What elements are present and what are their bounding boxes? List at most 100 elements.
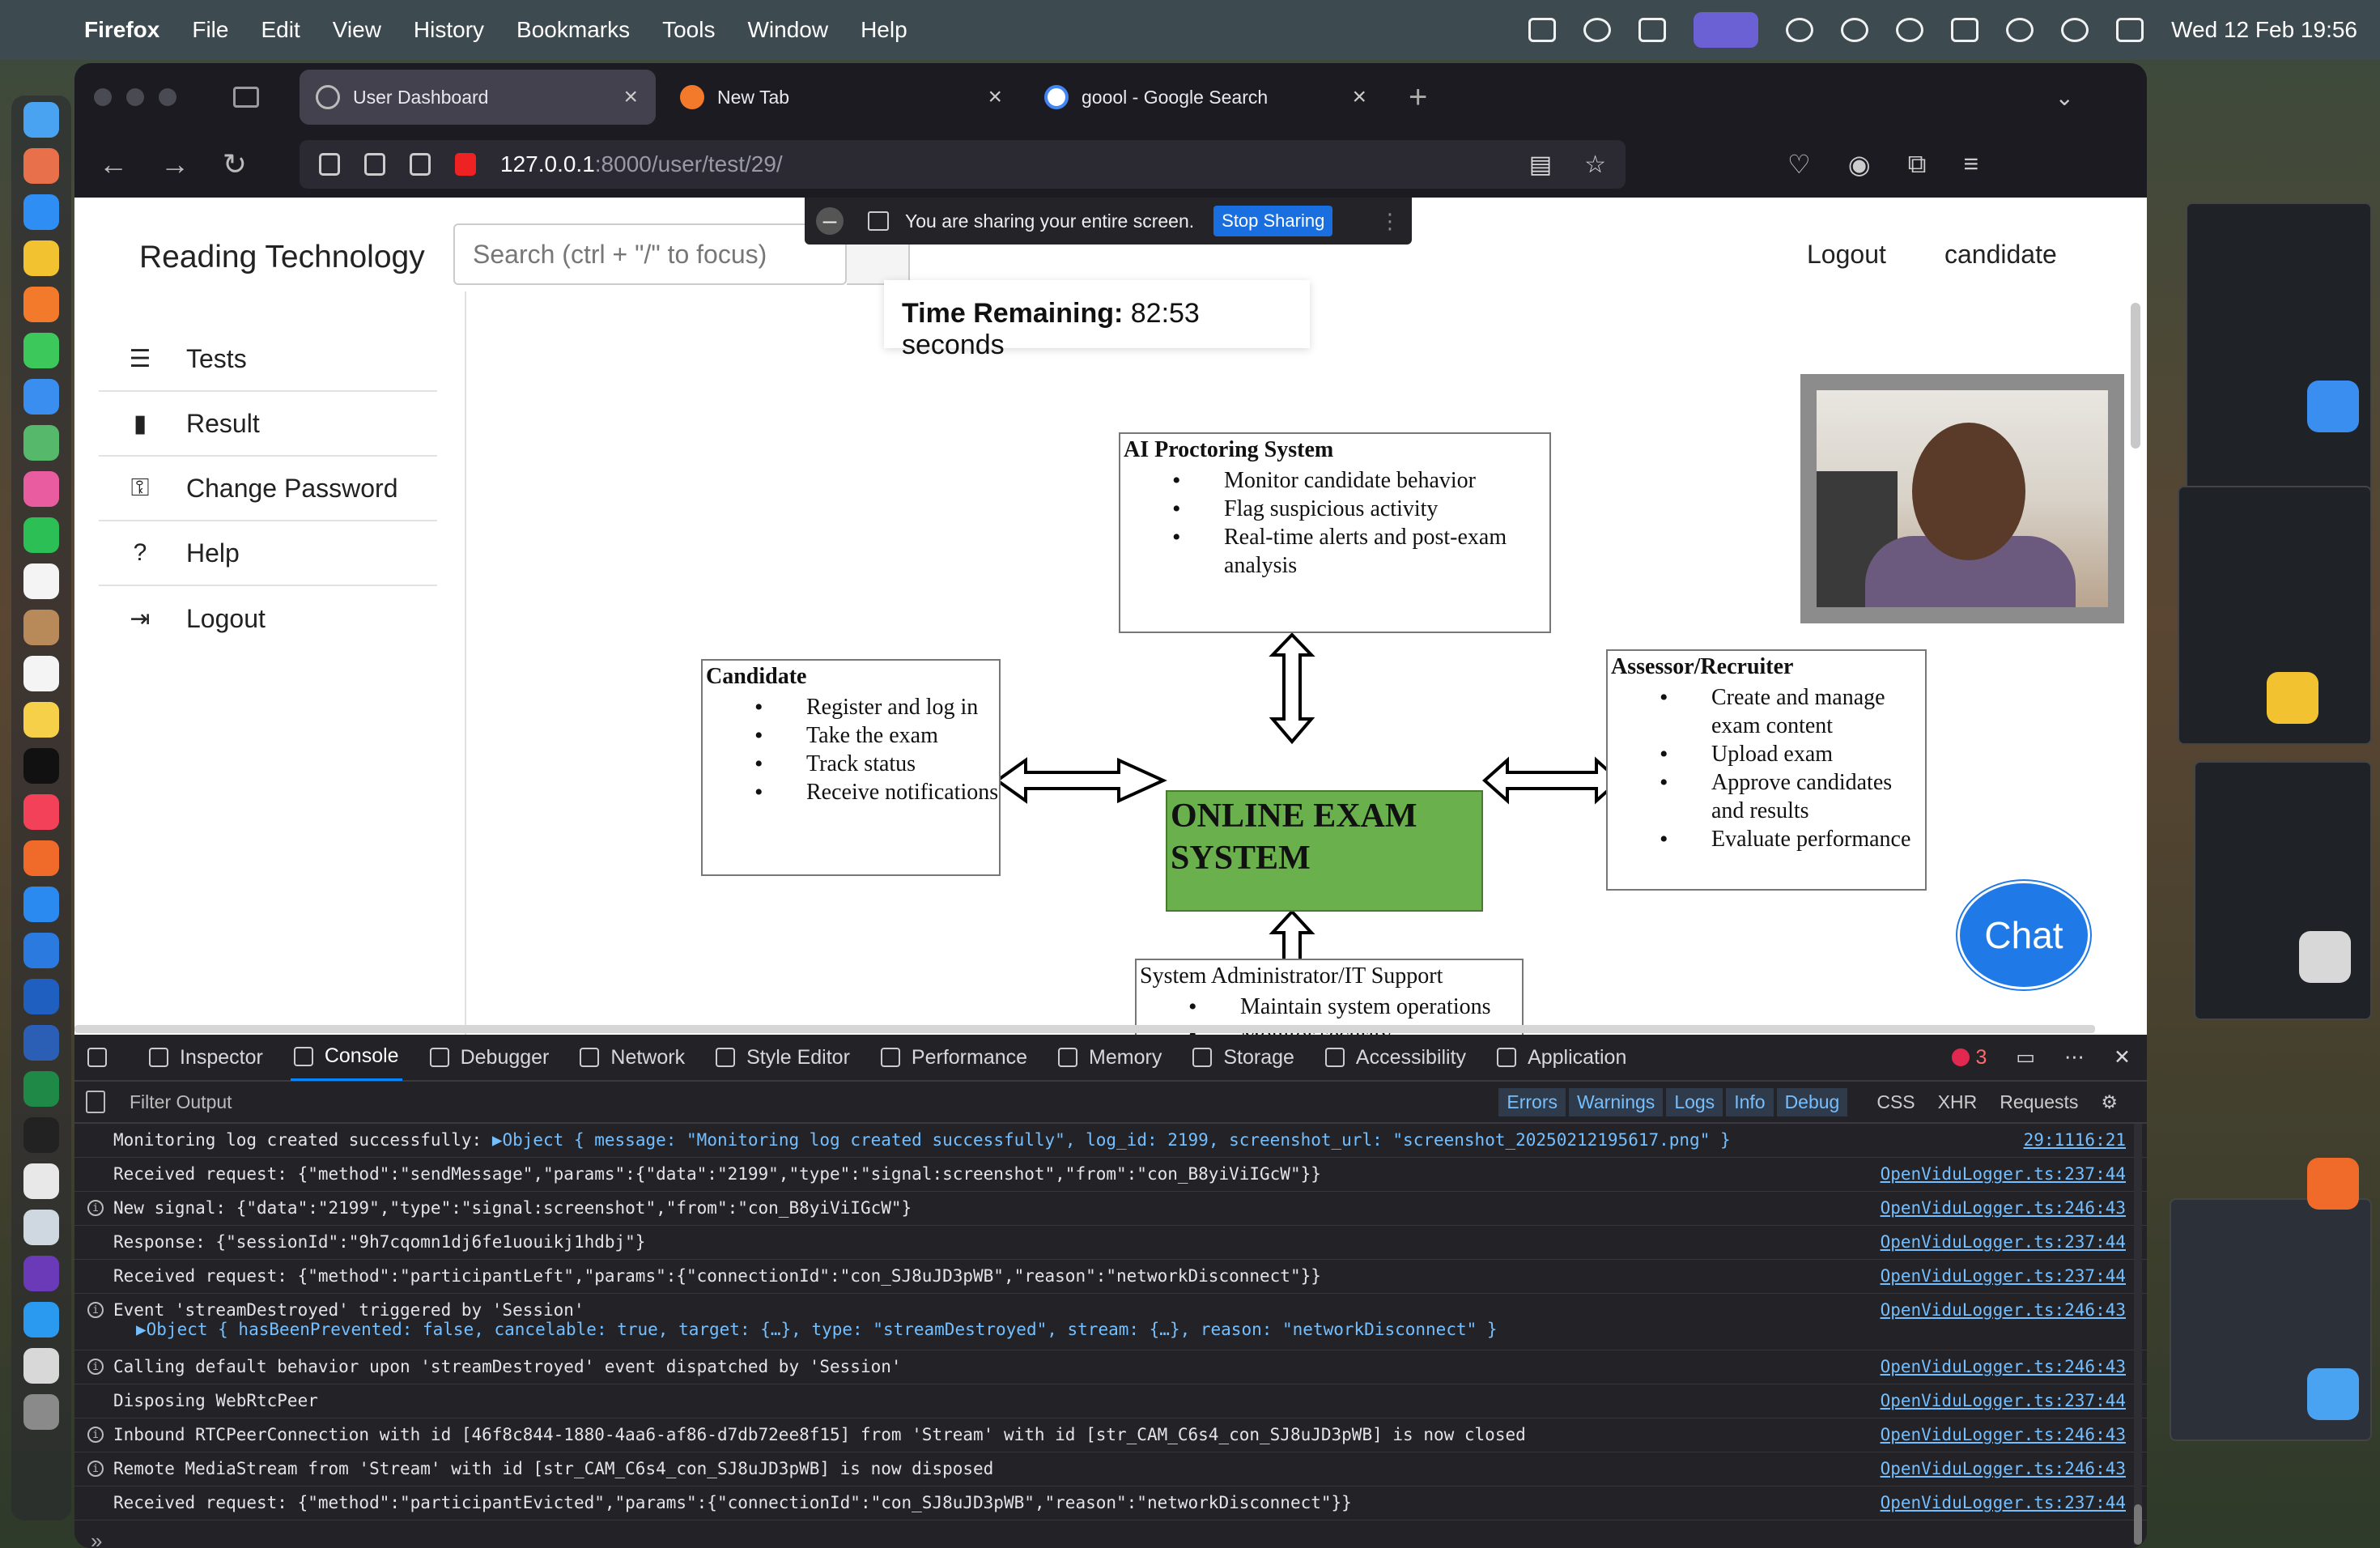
account-icon[interactable]: ◉ <box>1848 149 1871 180</box>
close-tab-icon[interactable]: × <box>988 83 1002 111</box>
docker-icon[interactable] <box>23 1302 59 1337</box>
more-options-icon[interactable]: ⋯ <box>2064 1045 2085 1070</box>
close-tab-icon[interactable]: × <box>1352 83 1366 111</box>
menu-view[interactable]: View <box>333 17 381 43</box>
github-desktop-icon[interactable] <box>23 1256 59 1291</box>
page-horizontal-scrollbar[interactable] <box>74 1025 2095 1033</box>
log-row[interactable]: Disposing WebRtcPeer OpenViduLogger.ts:2… <box>74 1384 2147 1418</box>
extensions-icon[interactable]: ⧉ <box>1908 149 1927 180</box>
url-bar[interactable]: 127.0.0.1:8000/user/test/29/ ▤ ☆ <box>300 140 1626 189</box>
menu-app-name[interactable]: Firefox <box>84 17 159 43</box>
finder-icon[interactable] <box>2307 1368 2359 1420</box>
console-settings-icon[interactable]: ⚙ <box>2091 1088 2127 1116</box>
filter-info[interactable]: Info <box>1726 1087 1774 1116</box>
log-row[interactable]: Received request: {"method":"sendMessage… <box>74 1158 2147 1192</box>
log-row[interactable]: i New signal: {"data":"2199","type":"sig… <box>74 1192 2147 1226</box>
menu-help[interactable]: Help <box>861 17 907 43</box>
filter-warnings[interactable]: Warnings <box>1569 1087 1664 1116</box>
tab-memory[interactable]: Memory <box>1055 1034 1165 1081</box>
log-source-link[interactable]: OpenViduLogger.ts:246:43 <box>1881 1425 2126 1444</box>
textedit-icon[interactable] <box>23 1163 59 1199</box>
hamburger-menu-icon[interactable]: ≡ <box>1963 149 1978 180</box>
database-icon[interactable] <box>2299 931 2351 983</box>
log-object[interactable]: ▶Object { message: "Monitoring log creat… <box>492 1130 1731 1150</box>
reader-view-icon[interactable]: ▤ <box>1529 151 1552 179</box>
tab-application[interactable]: Application <box>1494 1034 1630 1081</box>
terminal-icon[interactable] <box>23 1117 59 1153</box>
dock-side-icon[interactable]: ▭ <box>2016 1045 2035 1070</box>
finder-icon[interactable] <box>23 102 59 138</box>
close-window-button[interactable] <box>94 88 112 106</box>
camera-icon[interactable] <box>1638 18 1667 42</box>
word-icon[interactable] <box>23 1025 59 1061</box>
log-row[interactable]: i Inbound RTCPeerConnection with id [46f… <box>74 1418 2147 1452</box>
spotlight-search-icon[interactable] <box>2061 18 2089 42</box>
clear-console-icon[interactable] <box>86 1091 105 1113</box>
tab-overview-icon[interactable] <box>233 87 259 108</box>
stop-sharing-button[interactable]: Stop Sharing <box>1213 206 1333 236</box>
tracking-shield-icon[interactable] <box>319 153 340 176</box>
pocket-icon[interactable]: ♡ <box>1787 149 1811 180</box>
new-tab-button[interactable]: + <box>1409 79 1427 116</box>
apple-tv-icon[interactable] <box>23 748 59 784</box>
mail-icon[interactable] <box>23 379 59 415</box>
app-store-icon[interactable] <box>23 887 59 922</box>
stage-window-thumb[interactable] <box>2186 202 2372 510</box>
permissions-icon[interactable] <box>410 153 431 176</box>
play-icon[interactable] <box>1896 18 1924 42</box>
close-devtools-icon[interactable]: ✕ <box>2114 1045 2131 1070</box>
weather-icon[interactable] <box>1786 18 1814 42</box>
forward-icon[interactable]: → <box>160 147 189 181</box>
zoom-window-button[interactable] <box>159 88 176 106</box>
log-row[interactable]: Monitoring log created successfully: ▶Ob… <box>74 1124 2147 1158</box>
battery-icon[interactable] <box>1951 18 1979 42</box>
console-scroll-thumb[interactable] <box>2134 1504 2142 1545</box>
chrome-icon[interactable] <box>2267 672 2318 724</box>
console-input[interactable]: » <box>74 1520 2147 1548</box>
notes-icon[interactable] <box>23 702 59 738</box>
back-icon[interactable]: ← <box>99 147 128 181</box>
log-source-link[interactable]: OpenViduLogger.ts:237:44 <box>1881 1232 2126 1252</box>
podcast-icon[interactable] <box>23 840 59 876</box>
database-icon[interactable] <box>23 1348 59 1384</box>
log-source-link[interactable]: OpenViduLogger.ts:246:43 <box>1881 1459 2126 1478</box>
photos-icon[interactable] <box>23 471 59 507</box>
contacts-icon[interactable] <box>23 610 59 645</box>
tab-console[interactable]: Console <box>290 1034 402 1081</box>
apple-menu-icon[interactable] <box>23 16 47 44</box>
screen-upload-icon[interactable] <box>1528 18 1557 42</box>
error-count-badge[interactable]: 3 <box>1951 1046 1987 1070</box>
music-icon[interactable] <box>23 794 59 830</box>
filter-xhr[interactable]: XHR <box>1928 1088 1987 1116</box>
headphones-icon[interactable] <box>1841 18 1869 42</box>
close-tab-icon[interactable]: × <box>623 83 638 111</box>
screen-mirroring-icon[interactable] <box>1694 12 1759 48</box>
disk-utility-icon[interactable] <box>23 1210 59 1245</box>
tab-user-dashboard[interactable]: User Dashboard × <box>300 70 656 125</box>
menu-file[interactable]: File <box>192 17 228 43</box>
element-picker-icon[interactable] <box>84 1034 121 1081</box>
tab-accessibility[interactable]: Accessibility <box>1322 1034 1469 1081</box>
log-object[interactable]: ▶Object { hasBeenPrevented: false, cance… <box>113 1320 1920 1339</box>
minimize-share-bar-icon[interactable]: – <box>816 207 844 235</box>
list-all-tabs-icon[interactable]: ⌄ <box>2055 84 2074 111</box>
chrome-icon[interactable] <box>23 240 59 276</box>
tab-google-search[interactable]: goool - Google Search × <box>1028 70 1384 125</box>
reload-icon[interactable]: ↻ <box>222 147 248 181</box>
vscode-icon[interactable] <box>23 933 59 968</box>
tab-inspector[interactable]: Inspector <box>146 1034 266 1081</box>
drag-handle-icon[interactable]: ⋮ <box>1379 209 1400 234</box>
log-row[interactable]: i Remote MediaStream from 'Stream' with … <box>74 1452 2147 1486</box>
tab-debugger[interactable]: Debugger <box>427 1034 553 1081</box>
filter-debug[interactable]: Debug <box>1776 1087 1848 1116</box>
log-source-link[interactable]: OpenViduLogger.ts:237:44 <box>1881 1164 2126 1184</box>
outlook-icon[interactable] <box>23 979 59 1014</box>
log-row[interactable]: i Calling default behavior upon 'streamD… <box>74 1350 2147 1384</box>
log-row[interactable]: i Event 'streamDestroyed' triggered by '… <box>74 1294 2147 1350</box>
reminders-icon[interactable] <box>23 656 59 691</box>
podcast-icon[interactable] <box>2307 1158 2359 1210</box>
log-source-link[interactable]: OpenViduLogger.ts:237:44 <box>1881 1493 2126 1512</box>
menu-window[interactable]: Window <box>747 17 828 43</box>
messages-icon[interactable] <box>23 333 59 368</box>
safari-icon[interactable] <box>23 194 59 230</box>
